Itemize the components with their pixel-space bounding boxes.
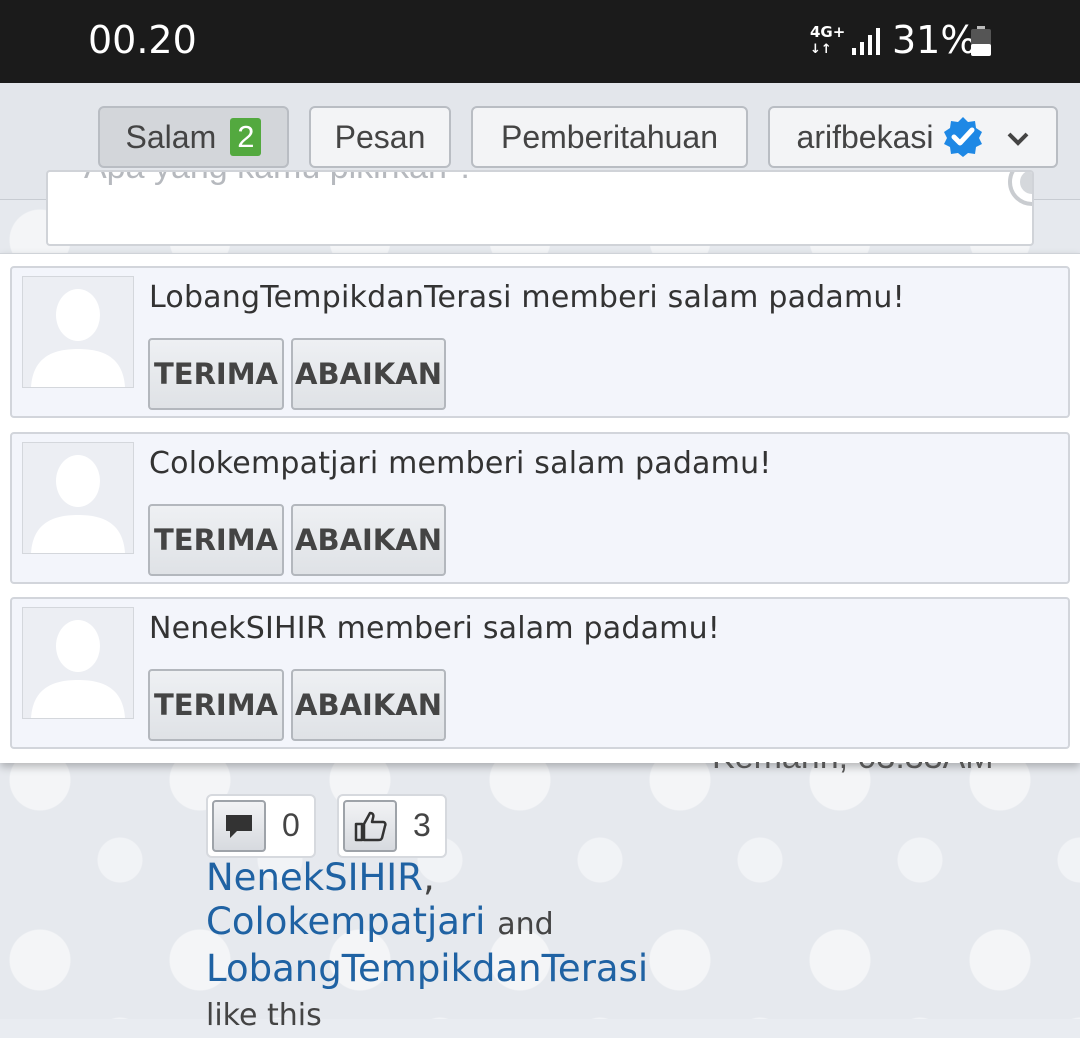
- like-button[interactable]: [343, 800, 397, 852]
- battery-percent: 31%: [892, 18, 977, 62]
- accept-button[interactable]: TERIMA: [148, 669, 284, 741]
- like-count: 3: [413, 807, 431, 843]
- greeting-text: LobangTempikdanTerasi memberi salam pada…: [149, 280, 905, 315]
- salam-count-badge: 2: [230, 118, 262, 156]
- and-text: and: [497, 907, 554, 942]
- greeting-text: Colokempatjari memberi salam padamu!: [149, 446, 772, 481]
- default-user-icon: [31, 455, 125, 553]
- accept-button[interactable]: TERIMA: [148, 338, 284, 410]
- pesan-button[interactable]: Pesan: [309, 106, 451, 168]
- comment-icon: [226, 815, 252, 838]
- avatar[interactable]: [22, 442, 134, 554]
- greeting-item: Colokempatjari memberi salam padamu! TER…: [10, 432, 1070, 584]
- salam-button[interactable]: Salam 2: [98, 106, 289, 168]
- greeting-item: NenekSIHIR memberi salam padamu! TERIMA …: [10, 597, 1070, 749]
- likers-text: NenekSIHIR, Colokempatjari and LobangTem…: [206, 856, 648, 1038]
- thumbs-up-icon: [354, 811, 387, 842]
- comment-button[interactable]: [212, 800, 266, 852]
- liker-link[interactable]: NenekSIHIR: [206, 856, 423, 899]
- like-this-text: like this: [206, 998, 322, 1033]
- user-menu-button[interactable]: arifbekasi: [768, 106, 1058, 168]
- chevron-down-icon: [1008, 132, 1029, 146]
- signal-icon: [852, 28, 880, 55]
- accept-button[interactable]: TERIMA: [148, 504, 284, 576]
- default-user-icon: [31, 289, 125, 387]
- camera-icon[interactable]: [1002, 170, 1034, 212]
- avatar[interactable]: [22, 276, 134, 388]
- network-type-label: 4G+: [810, 23, 846, 41]
- default-user-icon: [31, 620, 125, 718]
- battery-icon: [971, 26, 991, 56]
- status-time: 00.20: [88, 18, 197, 62]
- salam-label: Salam: [125, 118, 217, 155]
- ignore-button[interactable]: ABAIKAN: [291, 669, 446, 741]
- liker-link[interactable]: Colokempatjari: [206, 900, 485, 943]
- notifications-label: Pemberitahuan: [500, 118, 719, 155]
- network-type-icon: 4G+ ↓↑: [810, 23, 846, 57]
- greeting-item: LobangTempikdanTerasi memberi salam pada…: [10, 266, 1070, 418]
- liker-link[interactable]: LobangTempikdanTerasi: [206, 947, 648, 990]
- greeting-text: NenekSIHIR memberi salam padamu!: [149, 611, 721, 646]
- ignore-button[interactable]: ABAIKAN: [291, 504, 446, 576]
- username-label: arifbekasi: [796, 118, 934, 155]
- comment-counter[interactable]: 0: [206, 794, 316, 858]
- liker-separator: ,: [422, 856, 435, 899]
- status-input[interactable]: Apa yang kamu pikirkan ?: [46, 170, 1034, 246]
- status-bar: 00.20 4G+ ↓↑ 31%: [0, 0, 1080, 83]
- greetings-dropdown: LobangTempikdanTerasi memberi salam pada…: [0, 253, 1080, 763]
- like-counter[interactable]: 3: [337, 794, 447, 858]
- avatar[interactable]: [22, 607, 134, 719]
- verified-badge-icon: [944, 117, 983, 157]
- notifications-button[interactable]: Pemberitahuan: [471, 106, 748, 168]
- ignore-button[interactable]: ABAIKAN: [291, 338, 446, 410]
- comment-count: 0: [282, 807, 300, 843]
- status-input-placeholder: Apa yang kamu pikirkan ?: [84, 172, 475, 187]
- pesan-label: Pesan: [334, 118, 426, 155]
